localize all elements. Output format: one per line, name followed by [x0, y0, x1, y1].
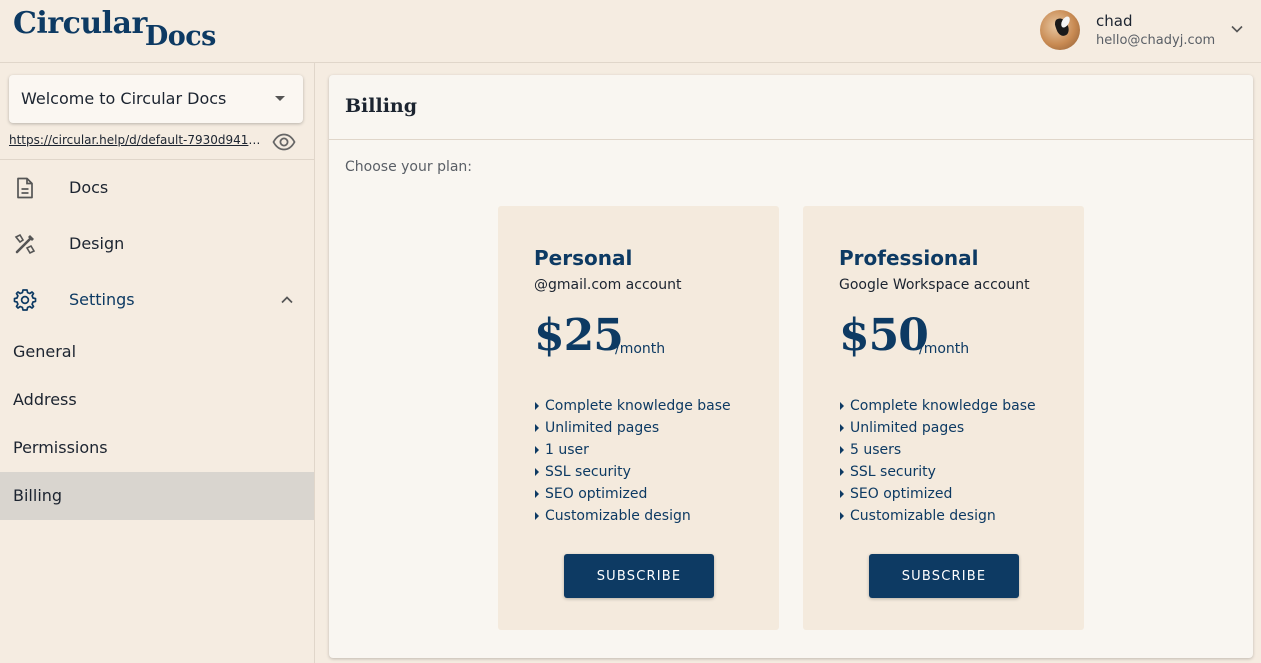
plan-name: Professional: [839, 246, 979, 270]
plan-account-type: Google Workspace account: [839, 277, 1030, 293]
bullet-arrow-icon: [840, 402, 844, 410]
bullet-arrow-icon: [535, 468, 539, 476]
feature-item: SEO optimized: [534, 483, 731, 505]
bullet-arrow-icon: [840, 490, 844, 498]
site-select-value: Welcome to Circular Docs: [21, 89, 227, 108]
plan-price: $25: [534, 310, 624, 361]
settings-item-permissions[interactable]: Permissions: [0, 424, 314, 472]
plan-price: $50: [839, 310, 929, 361]
plan-account-type: @gmail.com account: [534, 277, 682, 293]
bullet-arrow-icon: [840, 468, 844, 476]
settings-item-label: Address: [13, 390, 77, 409]
feature-list: Complete knowledge base Unlimited pages …: [839, 395, 1036, 527]
gear-icon: [13, 289, 37, 311]
settings-item-label: Billing: [13, 486, 63, 505]
eye-icon[interactable]: [272, 130, 296, 154]
settings-item-label: Permissions: [13, 438, 108, 457]
avatar: [1040, 10, 1080, 50]
feature-item: 5 users: [839, 439, 1036, 461]
feature-list: Complete knowledge base Unlimited pages …: [534, 395, 731, 527]
subscribe-professional-button[interactable]: SUBSCRIBE: [869, 554, 1019, 598]
subscribe-personal-button[interactable]: SUBSCRIBE: [564, 554, 714, 598]
plan-card-professional: Professional Google Workspace account $5…: [803, 206, 1084, 630]
feature-item: 1 user: [534, 439, 731, 461]
bullet-arrow-icon: [840, 424, 844, 432]
chevron-up-icon: [281, 296, 293, 304]
settings-item-address[interactable]: Address: [0, 376, 314, 424]
feature-item: Unlimited pages: [534, 417, 731, 439]
sidebar-item-design[interactable]: Design: [0, 220, 314, 268]
plan-name: Personal: [534, 246, 633, 270]
feature-item: Customizable design: [839, 505, 1036, 527]
bullet-arrow-icon: [840, 512, 844, 520]
sidebar-item-label: Design: [69, 234, 125, 253]
sidebar-item-label: Docs: [69, 178, 109, 197]
app-logo[interactable]: CircularDocs: [13, 6, 216, 52]
top-header: CircularDocs chad hello@chadyj.com: [0, 0, 1261, 63]
bullet-arrow-icon: [535, 424, 539, 432]
sidebar-divider: [0, 159, 315, 160]
settings-item-billing[interactable]: Billing: [0, 472, 314, 520]
site-url-link[interactable]: https://circular.help/d/default-7930d941…: [9, 133, 262, 147]
settings-item-general[interactable]: General: [0, 328, 314, 376]
bullet-arrow-icon: [535, 512, 539, 520]
billing-card: Billing Choose your plan: Personal @gmai…: [329, 75, 1253, 658]
feature-item: Complete knowledge base: [839, 395, 1036, 417]
plan-period: /month: [615, 341, 666, 357]
plan-period: /month: [919, 341, 970, 357]
logo-text-part1: Circular: [13, 6, 147, 41]
feature-item: Complete knowledge base: [534, 395, 731, 417]
site-select[interactable]: Welcome to Circular Docs: [9, 75, 303, 123]
bullet-arrow-icon: [535, 402, 539, 410]
dropdown-arrow-icon: [275, 96, 285, 101]
logo-text-part2: Docs: [144, 21, 217, 52]
sidebar: Welcome to Circular Docs https://circula…: [0, 63, 315, 663]
user-name: chad: [1096, 12, 1133, 30]
sidebar-item-docs[interactable]: Docs: [0, 164, 314, 212]
user-email: hello@chadyj.com: [1096, 33, 1216, 48]
feature-item: Customizable design: [534, 505, 731, 527]
sidebar-item-settings[interactable]: Settings: [0, 276, 314, 324]
card-divider: [329, 139, 1253, 140]
bullet-arrow-icon: [840, 446, 844, 454]
design-tools-icon: [14, 233, 36, 255]
plan-card-personal: Personal @gmail.com account $25 /month C…: [498, 206, 779, 630]
document-icon: [17, 177, 33, 199]
chevron-down-icon[interactable]: [1230, 22, 1244, 36]
feature-item: SSL security: [534, 461, 731, 483]
sidebar-item-label: Settings: [69, 290, 135, 309]
settings-item-label: General: [13, 342, 77, 361]
plan-prompt: Choose your plan:: [345, 159, 473, 175]
feature-item: SEO optimized: [839, 483, 1036, 505]
page-title: Billing: [345, 95, 418, 117]
feature-item: Unlimited pages: [839, 417, 1036, 439]
feature-item: SSL security: [839, 461, 1036, 483]
bullet-arrow-icon: [535, 446, 539, 454]
bullet-arrow-icon: [535, 490, 539, 498]
user-menu[interactable]: chad hello@chadyj.com: [1040, 10, 1255, 50]
